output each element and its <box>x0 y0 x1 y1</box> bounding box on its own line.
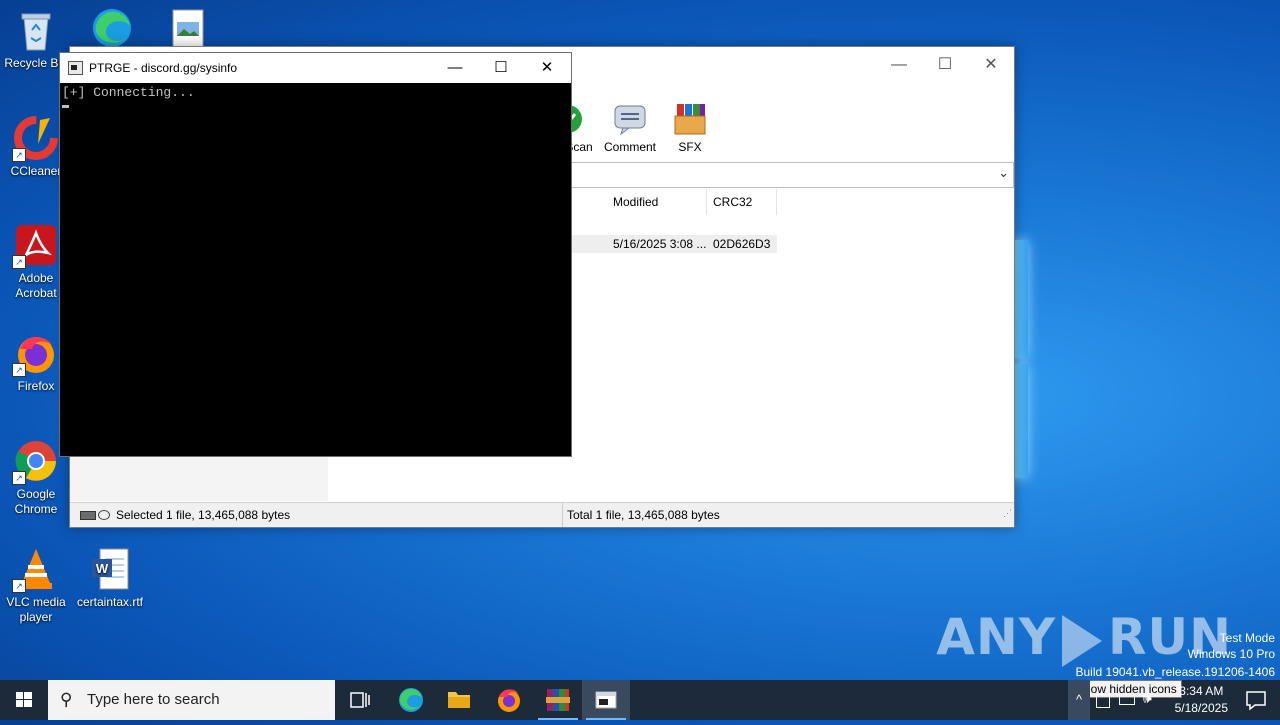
column-header-modified[interactable]: Modified <box>607 189 707 215</box>
build-label: Build 19041.vb_release.191206-1406 <box>1075 665 1276 679</box>
windows-edition-label: Windows 10 Pro <box>1187 647 1275 661</box>
comment-icon <box>613 102 647 136</box>
edge-icon <box>90 6 134 50</box>
key-icon <box>98 510 110 520</box>
column-header-crc32[interactable]: CRC32 <box>707 189 777 215</box>
desktop-icon-label: VLC media player <box>6 595 66 624</box>
desktop-icon-label: Firefox <box>17 379 55 393</box>
resize-grip-icon[interactable]: ⋰ <box>1003 501 1012 525</box>
system-clock[interactable]: 3:34 AM 5/18/2025 <box>1175 683 1228 717</box>
status-total: Total 1 file, 13,465,088 bytes <box>562 503 720 527</box>
task-view-icon <box>350 692 370 708</box>
taskbar: ⚲ Type here to search Show hidden icons … <box>0 680 1280 720</box>
desktop-icon-label: Google Chrome <box>14 487 58 516</box>
console-line: [+] Connecting... <box>62 85 195 100</box>
minimize-button[interactable]: — <box>432 53 478 83</box>
desktop-icon-vlc[interactable]: ↗ VLC media player <box>0 547 72 625</box>
adobe-acrobat-icon: ↗ <box>12 223 58 269</box>
maximize-button[interactable]: ☐ <box>478 53 524 83</box>
meet-now-icon[interactable] <box>1096 694 1110 708</box>
word-document-icon: W <box>88 547 132 591</box>
console-titlebar[interactable]: PTRGE - discord.gg/sysinfo — ☐ ✕ <box>60 53 571 83</box>
firefox-icon <box>498 689 520 712</box>
clock-date: 5/18/2025 <box>1174 701 1228 715</box>
shortcut-arrow-icon: ↗ <box>12 148 26 162</box>
toolbar-label: SFX <box>678 140 702 154</box>
folder-icon <box>448 692 470 708</box>
close-button[interactable]: ✕ <box>968 51 1014 79</box>
test-mode-label: Test Mode <box>1219 631 1275 645</box>
watermark-text: ANY <box>936 608 1057 666</box>
start-button[interactable] <box>0 680 48 720</box>
table-row[interactable]: 5/16/2025 3:08 ... 02D626D3 <box>570 235 777 253</box>
taskbar-edge[interactable] <box>387 680 435 720</box>
chevron-down-icon[interactable]: ⌄ <box>998 165 1009 181</box>
desktop-icon-label: Adobe Acrobat <box>15 271 57 300</box>
play-icon <box>1062 614 1103 667</box>
vlc-icon: ↗ <box>12 547 58 593</box>
console-output[interactable]: [+] Connecting... <box>60 83 571 108</box>
text-cursor <box>62 105 69 108</box>
row-crc32: 02D626D3 <box>713 237 771 251</box>
desktop-icon-certaintax[interactable]: W certaintax.rtf <box>74 547 146 610</box>
clock-time: 3:34 AM <box>1179 684 1224 698</box>
toolbar-comment-button[interactable]: Comment <box>599 102 661 154</box>
row-modified: 5/16/2025 3:08 ... <box>613 237 707 251</box>
maximize-button[interactable]: ☐ <box>922 51 968 79</box>
console-title: PTRGE - discord.gg/sysinfo <box>89 61 238 75</box>
drive-icon <box>80 511 96 520</box>
edge-icon <box>399 688 423 712</box>
network-icon[interactable] <box>1119 693 1135 705</box>
close-button[interactable]: ✕ <box>524 53 570 83</box>
console-window[interactable]: PTRGE - discord.gg/sysinfo — ☐ ✕ [+] Con… <box>59 52 572 457</box>
show-hidden-icons-button[interactable]: ^ <box>1068 680 1090 720</box>
windows-icon <box>16 692 32 707</box>
volume-icon[interactable]: 🕪 <box>1143 690 1152 707</box>
shortcut-arrow-icon: ↗ <box>12 255 26 269</box>
desktop-icon-label: CCleaner <box>10 164 62 178</box>
console-app-icon <box>68 61 83 75</box>
action-center-button[interactable] <box>1232 680 1280 720</box>
chrome-icon: ↗ <box>12 439 58 485</box>
winrar-icon <box>546 689 570 711</box>
taskbar-file-explorer[interactable] <box>435 680 483 720</box>
sfx-icon <box>673 102 707 136</box>
task-view-button[interactable] <box>336 680 384 720</box>
search-placeholder: Type here to search <box>87 691 220 708</box>
recycle-bin-icon <box>14 8 58 52</box>
desktop-icon-label: certaintax.rtf <box>76 595 144 609</box>
console-icon <box>595 691 617 709</box>
toolbar-sfx-button[interactable]: SFX <box>659 102 721 154</box>
taskbar-search-box[interactable]: ⚲ Type here to search <box>48 680 335 720</box>
notification-icon <box>1246 691 1266 711</box>
taskbar-console[interactable] <box>582 680 630 720</box>
search-icon: ⚲ <box>60 690 73 709</box>
minimize-button[interactable]: — <box>876 51 922 79</box>
status-bar: Selected 1 file, 13,465,088 bytes Total … <box>70 502 1014 527</box>
shortcut-arrow-icon: ↗ <box>12 579 26 593</box>
svg-text:W: W <box>96 561 109 576</box>
taskbar-firefox[interactable] <box>485 680 533 720</box>
ccleaner-icon: ↗ <box>12 116 58 162</box>
taskbar-winrar[interactable] <box>534 680 582 720</box>
shortcut-arrow-icon: ↗ <box>12 363 26 377</box>
toolbar-label: Comment <box>603 140 656 154</box>
shortcut-arrow-icon: ↗ <box>12 471 26 485</box>
firefox-icon: ↗ <box>12 331 58 377</box>
status-selected: Selected 1 file, 13,465,088 bytes <box>116 508 291 522</box>
